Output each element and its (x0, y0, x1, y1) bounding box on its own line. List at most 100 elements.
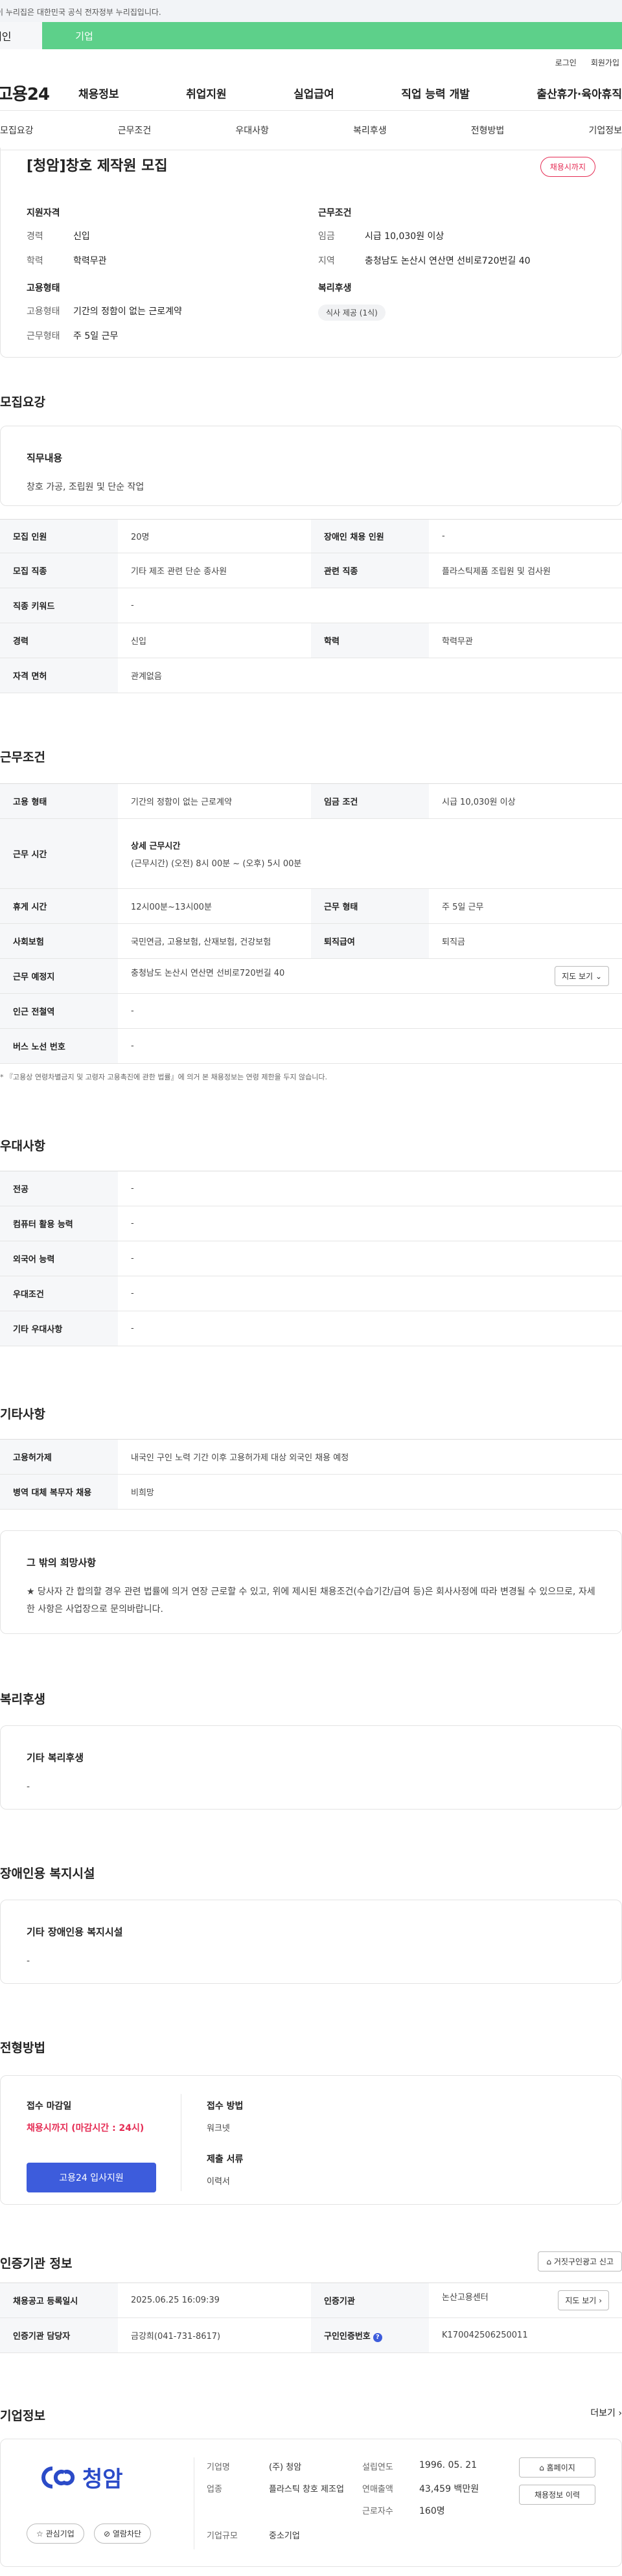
block-view-button[interactable]: ⊘ 열람차단 (94, 2524, 152, 2544)
company-heading: 기업정보 (0, 2409, 45, 2423)
disabled-facility-title: 기타 장애인용 복지시설 (27, 1926, 123, 1938)
chevron-right-icon: › (618, 2408, 622, 2419)
process-card: 접수 마감일 채용시까지 (마감시간 : 24시) 고용24 입사지원 접수 방… (0, 2075, 622, 2205)
company-founded: 1996. 05. 21 (419, 2460, 478, 2470)
table-row: 사회보험 국민연금, 고용보험, 산재보험, 건강보험 퇴직급여 퇴직금 (0, 923, 622, 959)
status-badge: 채용시까지 (540, 157, 595, 177)
work-hours-value: (근무시간) (오전) 8시 00분 ~ (오후) 5시 00분 (131, 858, 302, 869)
cond-location: 지역 충청남도 논산시 연산면 선비로720번길 40 (318, 256, 531, 266)
block-icon: ⊘ (104, 2529, 111, 2538)
disabled-facility-value: - (27, 1956, 30, 1966)
table-row: 전공 - (0, 1171, 622, 1206)
company-sales: 43,459 백만원 (419, 2484, 479, 2494)
company-logo: 청암 (38, 2461, 123, 2493)
home-icon: ⌂ (539, 2463, 544, 2472)
table-row: 인근 전철역 - (0, 993, 622, 1029)
company-name: (주) 청암 (269, 2463, 302, 2472)
etc-heading: 기타사항 (0, 1407, 45, 1421)
agency-header: 인증기관 정보 ⌂ 거짓구인광고 신고 (0, 2251, 622, 2273)
duty-text: 창호 가공, 조립원 및 단순 작업 (27, 482, 144, 492)
welfare-title: 기타 복리후생 (27, 1752, 84, 1764)
cond-wage: 임금 시급 10,030원 이상 (318, 231, 444, 242)
recruit-heading: 모집요강 (0, 395, 45, 409)
company-header: 기업정보 더보기 › (0, 2406, 622, 2426)
work-hours-subtitle: 상세 근무시간 (131, 841, 181, 851)
login-link[interactable]: 로그인 (555, 57, 577, 68)
signup-link[interactable]: 회원가입 (591, 57, 619, 68)
welfare-summary-block: 복리후생 식사 제공 (1식) (318, 281, 590, 321)
docs-value: 이력서 (207, 2177, 230, 2187)
anchor-work[interactable]: 근무조건 (118, 124, 152, 137)
star-icon: ☆ (36, 2529, 43, 2538)
anchor-welfare[interactable]: 복리후생 (353, 124, 387, 137)
table-row: 근무 예정지 충청남도 논산시 연산면 선비로720번길 40 지도 보기 ⌄ (0, 958, 622, 994)
table-row: 직종 키워드 - (0, 588, 622, 623)
docs-label: 제출 서류 (207, 2154, 244, 2165)
qual-education: 학력 학력무관 (27, 256, 107, 266)
utility-bar: 로그인 회원가입 (0, 49, 622, 75)
agency-map-button[interactable]: 지도 보기 › (558, 2290, 609, 2310)
table-row: 모집 직종 기타 제조 관련 단순 종사원 관련 직종 플라스틱제품 조립원 및 검… (0, 553, 622, 588)
table-row: 고용허가제 내국인 구인 노력 기간 이후 고용허가제 대상 외국인 채용 예정 (0, 1439, 622, 1475)
duty-title: 직무내용 (27, 452, 63, 464)
chevron-right-icon: › (599, 2296, 602, 2305)
employment-type-title: 고용형태 (27, 283, 60, 293)
welfare-summary-title: 복리후생 (318, 283, 352, 293)
table-row: 우대조건 - (0, 1276, 622, 1311)
interest-company-button[interactable]: ☆ 관심기업 (27, 2524, 84, 2544)
tab-company[interactable]: 기업 (42, 22, 126, 49)
work-heading: 근무조건 (0, 750, 45, 765)
table-row: 근무 시간 상세 근무시간 (근무시간) (오전) 8시 00분 ~ (오후) … (0, 818, 622, 889)
false-ad-report-button[interactable]: ⌂ 거짓구인광고 신고 (538, 2251, 622, 2271)
method-value: 워크넷 (207, 2124, 230, 2133)
apply-button[interactable]: 고용24 입사지원 (27, 2163, 156, 2192)
gnb-item-vocational-training[interactable]: 직업 능력 개발 (401, 85, 470, 101)
anchor-preference[interactable]: 우대사항 (235, 124, 269, 137)
table-row: 버스 노선 번호 - (0, 1028, 622, 1064)
preference-table: 전공 - 컴퓨터 활용 능력 - 외국어 능력 - 우대조건 - 기타 우대사항 - (0, 1171, 622, 1346)
method-label: 접수 방법 (207, 2101, 244, 2111)
disabled-facility-card: 기타 장애인용 복지시설 - (0, 1900, 622, 1984)
company-card: 청암 ☆ 관심기업 ⊘ 열람차단 기업명 (주) 청암 업종 플라스틱 창호 제… (0, 2439, 622, 2567)
site-logo[interactable]: 고용24 (0, 81, 78, 105)
anchor-process[interactable]: 전형방법 (471, 124, 505, 137)
preference-heading: 우대사항 (0, 1139, 45, 1153)
work-condition-block: 근무조건 임금 시급 10,030원 이상 지역 충청남도 논산시 연산면 선비로7… (318, 206, 590, 279)
gov-banner: 이 누리집은 대한민국 공식 전자정부 누리집입니다. (0, 0, 622, 22)
info-icon[interactable]: ? (373, 2332, 382, 2342)
company-employees: 160명 (419, 2506, 445, 2516)
etc-table: 고용허가제 내국인 구인 노력 기간 이후 고용허가제 대상 외국인 채용 예정 … (0, 1439, 622, 1510)
gnb-item-parental-leave[interactable]: 출산휴가·육아휴직 (536, 85, 622, 101)
table-row: 채용공고 등록일시 2025.06.25 16:09:39 인증기관 논산고용센터… (0, 2283, 622, 2318)
table-row: 자격 면허 관계없음 (0, 658, 622, 693)
table-row: 컴퓨터 활용 능력 - (0, 1206, 622, 1241)
table-row: 병역 대체 복무자 채용 비희망 (0, 1474, 622, 1510)
gnb-item-unemployment-benefit[interactable]: 실업급여 (294, 85, 334, 101)
homepage-button[interactable]: ⌂ 홈페이지 (519, 2457, 595, 2478)
table-row: 기타 우대사항 - (0, 1311, 622, 1346)
gnb-item-employment-support[interactable]: 취업지원 (186, 85, 227, 101)
work-location-value: 충청남도 논산시 연산면 선비로720번길 40 (131, 969, 285, 978)
company-logo-mark (41, 2466, 75, 2489)
process-heading: 전형방법 (0, 2041, 45, 2055)
gnb-item-jobs[interactable]: 채용정보 (78, 85, 119, 101)
welfare-value: - (27, 1782, 30, 1792)
job-title: [청암]창호 제작원 모집 (27, 158, 168, 174)
table-row: 인증기관 담당자 금강희(041-731-8617) 구인인증번호? K17004… (0, 2317, 622, 2353)
deadline-label: 접수 마감일 (27, 2101, 72, 2111)
map-view-button[interactable]: 지도 보기 ⌄ (555, 966, 609, 986)
deadline-value: 채용시까지 (마감시간 : 24시) (27, 2123, 144, 2133)
home-icon: ⌂ (546, 2257, 552, 2266)
chevron-down-icon: ⌄ (595, 972, 602, 981)
company-scale: 중소기업 (269, 2531, 300, 2541)
company-logo-text: 청암 (82, 2467, 123, 2492)
anchor-company[interactable]: 기업정보 (588, 124, 622, 137)
table-row: 외국어 능력 - (0, 1241, 622, 1276)
tab-personal[interactable]: 개인 (0, 22, 42, 49)
welfare-card: 기타 복리후생 - (0, 1725, 622, 1810)
job-history-button[interactable]: 채용정보 이력 (519, 2485, 595, 2505)
table-row: 경력 신입 학력 학력무관 (0, 623, 622, 658)
company-more-link[interactable]: 더보기 › (590, 2406, 622, 2419)
anchor-recruit[interactable]: 모집요강 (0, 124, 34, 137)
work-table: 고용 형태 기간의 정함이 없는 근로계약 임금 조건 시급 10,030원 이상 … (0, 783, 622, 1064)
